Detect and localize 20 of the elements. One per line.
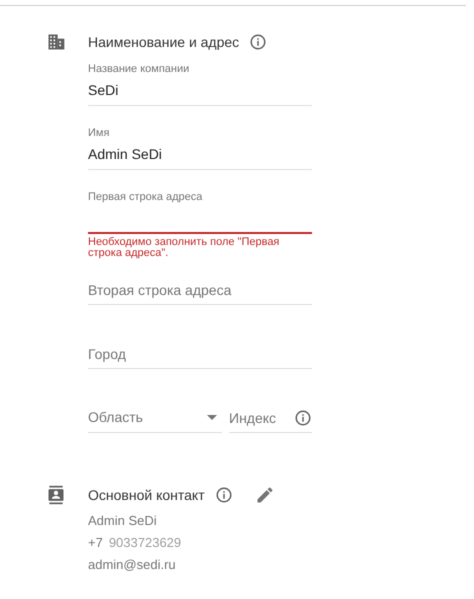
phone-prefix: +7 [88, 535, 103, 551]
error-message: Необходимо заполнить поле "Первая строка адреса". [88, 237, 280, 259]
section-title: Наименование и адрес [88, 34, 240, 50]
field-label: Имя [88, 126, 110, 140]
field-label: Название компании [88, 62, 190, 76]
info-icon[interactable] [294, 409, 312, 427]
caret-icon [207, 415, 217, 420]
input-field[interactable]: Admin SeDi [88, 140, 312, 170]
contact-card-icon [46, 485, 66, 505]
phone-number: 9033723629 [108, 535, 182, 551]
edit-icon[interactable] [254, 485, 275, 505]
dropdown[interactable]: Область [88, 399, 222, 433]
field-label: Первая строка адреса [88, 190, 204, 204]
input-field[interactable]: SeDi [88, 76, 312, 106]
section-title: Основной контакт [88, 487, 205, 503]
contact-email: admin@sedi.ru [88, 557, 177, 573]
contact-name: Admin SeDi [88, 513, 158, 529]
info-icon[interactable] [249, 33, 268, 51]
building-icon [46, 32, 66, 52]
info-icon[interactable] [214, 486, 233, 504]
